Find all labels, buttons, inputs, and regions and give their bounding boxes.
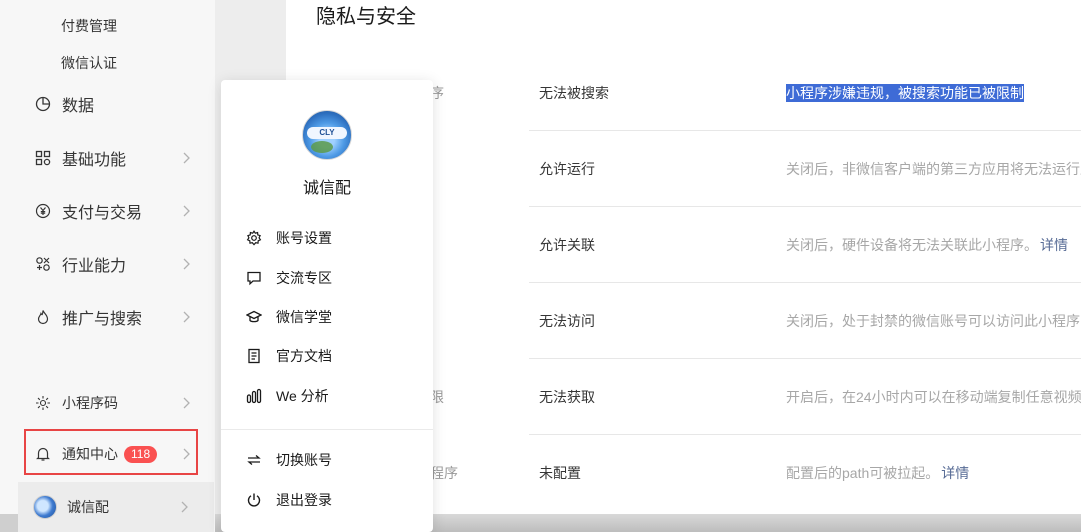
bell-icon — [34, 445, 52, 463]
sidebar: 付费管理 微信认证 数据 基础功能 支付与交易 行业能力 推广与搜索 小程序码 … — [0, 0, 215, 532]
menu-item-community[interactable]: 交流专区 — [245, 265, 415, 291]
blurred-footer-left — [0, 514, 18, 532]
power-icon — [245, 491, 263, 509]
notification-count-badge: 118 — [124, 445, 158, 463]
menu-item-label: 微信学堂 — [276, 309, 332, 325]
sidebar-item-label: 小程序码 — [62, 395, 118, 411]
menu-item-label: 账号设置 — [276, 230, 332, 246]
sidebar-item-label: 支付与交易 — [62, 205, 143, 222]
pie-chart-icon — [34, 95, 52, 113]
logo-land-shape — [311, 141, 333, 153]
setting-description: 配置后的path可被拉起。 详情 — [786, 463, 969, 483]
chevron-right-icon — [178, 150, 194, 166]
menu-divider — [221, 429, 433, 430]
chat-icon — [245, 269, 263, 287]
details-link[interactable]: 详情 — [1040, 237, 1068, 253]
setting-description: 开启后，在24小时内可以在移动端复制任意视频 — [786, 389, 1081, 405]
switch-icon — [245, 451, 263, 469]
sidebar-item-label: 推广与搜索 — [62, 311, 143, 328]
industry-icon — [34, 255, 52, 273]
chevron-right-icon — [178, 395, 194, 411]
menu-item-official-docs[interactable]: 官方文档 — [245, 343, 415, 369]
yuan-icon — [34, 202, 52, 220]
gear-icon — [245, 229, 263, 247]
logo-text: CLY — [307, 127, 347, 139]
chevron-right-icon — [178, 203, 194, 219]
chevron-right-icon — [178, 309, 194, 325]
avatar — [33, 495, 57, 519]
setting-description: 关闭后，硬件设备将无法关联此小程序。 详情 — [786, 235, 1068, 255]
sidebar-item-label: 行业能力 — [62, 258, 127, 275]
grid-icon — [34, 149, 52, 167]
description-text: 关闭后，硬件设备将无法关联此小程序。 — [786, 237, 1038, 253]
sidebar-item-mini-program-code[interactable]: 小程序码 — [18, 383, 200, 423]
menu-item-wechat-academy[interactable]: 微信学堂 — [245, 304, 415, 330]
description-text: 配置后的path可被拉起。 — [786, 465, 940, 481]
account-switcher[interactable]: 诚信配 — [18, 482, 214, 532]
setting-status: 无法被搜索 — [539, 85, 609, 101]
page-title: 隐私与安全 — [316, 6, 416, 28]
account-dropdown-menu: CLY 诚信配 账号设置 交流专区 微信学堂 官方文档 We 分析 切换账号 退… — [221, 80, 433, 532]
menu-item-we-analytics[interactable]: We 分析 — [245, 383, 415, 409]
menu-item-label: 交流专区 — [276, 270, 332, 286]
setting-status: 未配置 — [539, 465, 581, 481]
sidebar-item-wechat-verify[interactable]: 微信认证 — [61, 53, 117, 73]
sidebar-item-data[interactable]: 数据 — [18, 84, 200, 124]
menu-item-account-settings[interactable]: 账号设置 — [245, 225, 415, 251]
chevron-right-icon — [176, 499, 192, 520]
menu-item-label: We 分析 — [276, 388, 329, 404]
sidebar-item-industry[interactable]: 行业能力 — [18, 244, 200, 284]
sidebar-item-basic-functions[interactable]: 基础功能 — [18, 138, 200, 178]
document-icon — [245, 347, 263, 365]
chevron-right-icon — [178, 446, 194, 462]
setting-status: 无法访问 — [539, 313, 595, 329]
account-name: 诚信配 — [302, 180, 351, 197]
setting-status: 允许关联 — [539, 237, 595, 253]
sidebar-item-billing[interactable]: 付费管理 — [61, 16, 117, 36]
menu-item-label: 官方文档 — [276, 348, 332, 364]
setting-status: 允许运行 — [539, 161, 595, 177]
analytics-icon — [245, 387, 263, 405]
menu-item-logout[interactable]: 退出登录 — [245, 487, 415, 513]
setting-status: 无法获取 — [539, 389, 595, 405]
graduation-cap-icon — [245, 308, 263, 326]
sun-code-icon — [34, 394, 52, 412]
sidebar-item-notification-center[interactable]: 通知中心 118 — [18, 434, 200, 474]
account-name: 诚信配 — [67, 499, 109, 515]
sidebar-item-promotion[interactable]: 推广与搜索 — [18, 297, 200, 337]
flame-icon — [34, 308, 52, 326]
sidebar-item-payment[interactable]: 支付与交易 — [18, 191, 200, 231]
menu-item-switch-account[interactable]: 切换账号 — [245, 447, 415, 473]
chevron-right-icon — [178, 256, 194, 272]
menu-item-label: 切换账号 — [276, 452, 332, 468]
setting-description: 小程序涉嫌违规，被搜索功能已被限制 — [786, 83, 1024, 103]
sidebar-item-label: 数据 — [62, 98, 95, 115]
sidebar-item-label: 通知中心 — [62, 446, 118, 462]
account-logo: CLY — [302, 110, 352, 160]
details-link[interactable]: 详情 — [941, 465, 969, 481]
menu-item-label: 退出登录 — [276, 492, 332, 508]
sidebar-item-label: 基础功能 — [62, 152, 127, 169]
setting-description: 关闭后，处于封禁的微信账号可以访问此小程序 — [786, 313, 1080, 329]
selected-text: 小程序涉嫌违规，被搜索功能已被限制 — [786, 84, 1024, 102]
setting-description: 关闭后，非微信客户端的第三方应用将无法运行此 — [786, 161, 1081, 177]
